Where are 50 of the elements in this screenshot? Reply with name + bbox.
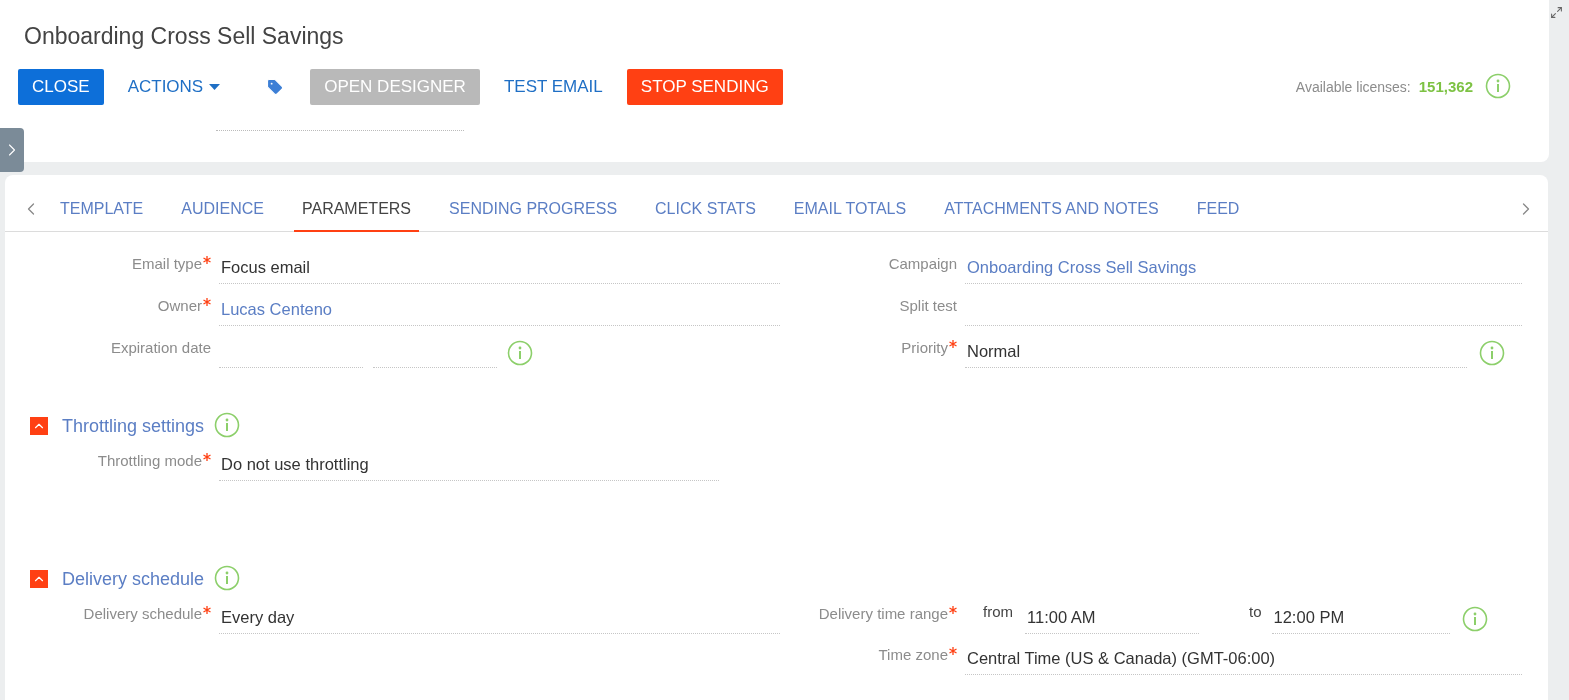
toolbar-button[interactable]: CLOSE: [18, 68, 104, 105]
info-icon[interactable]: [1461, 606, 1488, 632]
info-icon[interactable]: [1479, 340, 1505, 366]
field-label: Throttling mode: [97, 452, 202, 469]
to-label: to: [1248, 603, 1263, 622]
tab[interactable]: SENDING PROGRESS: [441, 187, 626, 232]
input-field[interactable]: Normal: [965, 335, 1467, 368]
input-field[interactable]: Focus email: [219, 251, 780, 284]
collapse-button[interactable]: [30, 570, 48, 588]
section-title: Delivery schedule: [62, 568, 205, 590]
tab[interactable]: TEMPLATE: [52, 187, 152, 232]
field-label: Owner: [157, 297, 202, 314]
toolbar-button[interactable]: STOP SENDING: [626, 68, 783, 105]
field-label: Split test: [899, 297, 957, 314]
field-label: Email type: [131, 255, 202, 272]
info-icon[interactable]: [1485, 72, 1511, 99]
tab[interactable]: PARAMETERS: [293, 187, 420, 232]
from-label: from: [982, 603, 1014, 622]
tab[interactable]: FEED: [1188, 187, 1248, 232]
info-icon[interactable]: [214, 565, 241, 591]
lookup-link[interactable]: Lucas Centeno: [219, 293, 780, 326]
field-label: Expiration date: [110, 339, 211, 356]
actions-dropdown[interactable]: ACTIONS: [113, 68, 235, 105]
time-field[interactable]: 12:00 PM: [1271, 601, 1450, 634]
page-title: Onboarding Cross Sell Savings: [23, 22, 345, 51]
tab[interactable]: ATTACHMENTS AND NOTES: [936, 187, 1167, 232]
tab[interactable]: CLICK STATS: [647, 187, 764, 232]
tab[interactable]: AUDIENCE: [173, 187, 272, 232]
input-field[interactable]: Do not use throttling: [219, 448, 719, 481]
info-icon[interactable]: [214, 412, 241, 438]
field-label: Delivery schedule: [83, 605, 202, 622]
expand-icon[interactable]: [1550, 6, 1563, 19]
side-panel-toggle[interactable]: [0, 128, 24, 172]
lookup-link[interactable]: Onboarding Cross Sell Savings: [965, 251, 1522, 284]
section-title: Throttling settings: [62, 415, 205, 437]
licenses-count: 151,362: [1418, 78, 1473, 95]
field-label: Time zone: [878, 646, 948, 663]
field-label: Delivery time range: [818, 605, 948, 622]
tag-icon: [266, 77, 285, 96]
toolbar-button[interactable]: TEST EMAIL: [489, 68, 617, 105]
info-icon[interactable]: [507, 340, 533, 366]
field-label: Campaign: [888, 255, 957, 272]
collapse-button[interactable]: [30, 417, 48, 435]
input-field[interactable]: Every day: [219, 601, 780, 634]
tab[interactable]: EMAIL TOTALS: [785, 187, 915, 232]
input-field[interactable]: Central Time (US & Canada) (GMT-06:00): [965, 642, 1522, 675]
caret-icon: [209, 83, 221, 90]
field-label: Priority: [901, 339, 948, 356]
licenses-label: Available licenses:: [1295, 78, 1411, 95]
time-field[interactable]: 11:00 AM: [1025, 601, 1199, 634]
